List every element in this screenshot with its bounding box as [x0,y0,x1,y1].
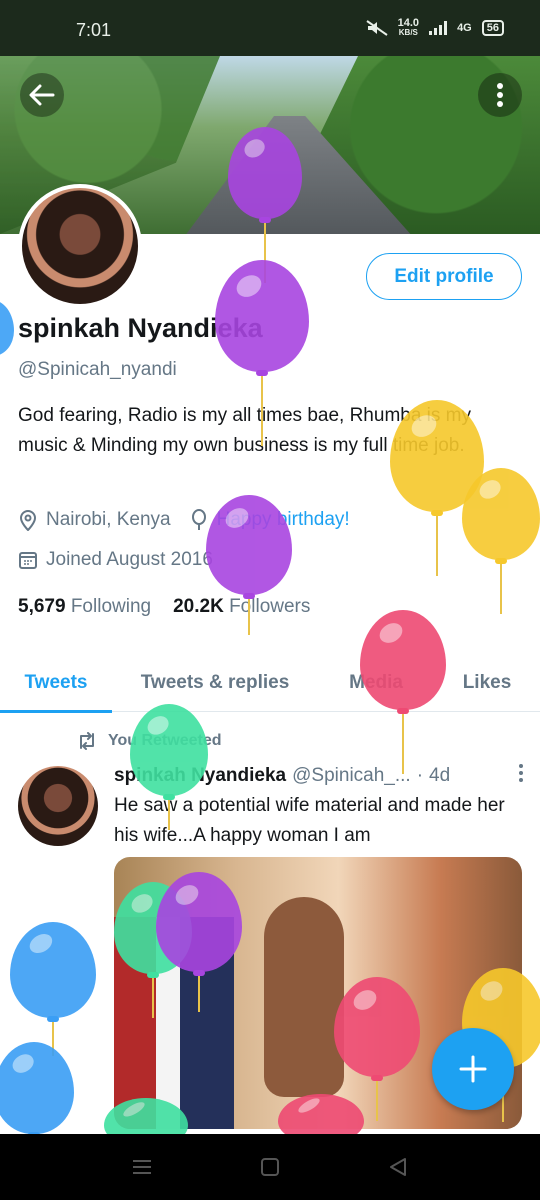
balloon-icon [10,922,96,1058]
profile-tabs: Tweets Tweets & replies Media Likes [0,654,540,713]
retweet-icon [80,732,94,750]
balloon-icon [0,300,14,362]
back-nav-icon[interactable] [387,1156,409,1178]
edit-profile-button[interactable]: Edit profile [366,253,522,300]
media-hand-shape [264,897,344,1097]
status-time: 7:01 [76,20,112,40]
profile-handle: @Spinicah_nyandi [18,359,177,380]
following-label: Following [70,596,152,617]
more-options-button[interactable] [478,73,522,117]
network-type: 4G [457,22,472,34]
profile-location: Nairobi, Kenya [46,509,171,530]
mute-icon [366,20,388,36]
status-bar: 7:01 14.0 KB/S 4G 56 [0,0,540,56]
back-button[interactable] [20,73,64,117]
following-link[interactable]: 5,679 Following [18,596,151,618]
balloon-icon [215,260,309,448]
net-speed: 14.0 KB/S [398,18,419,38]
balloon-icon [156,872,242,1014]
net-speed-value: 14.0 [397,17,420,29]
balloon-icon [360,610,446,776]
more-vertical-icon [497,83,503,107]
battery-icon: 56 [481,20,504,36]
balloon-icon [206,495,292,637]
arrow-left-icon [29,84,55,106]
balloon-icon [0,1042,74,1140]
plus-icon [459,1055,487,1083]
profile-joined: Joined August 2016 [46,549,213,570]
profile-meta-joined-row: Joined August 2016 [18,549,213,571]
more-vertical-icon [519,764,523,782]
following-count: 5,679 [18,596,66,617]
home-nav-icon[interactable] [259,1156,281,1178]
calendar-icon [19,552,37,569]
status-icons: 14.0 KB/S 4G 56 [366,18,504,38]
compose-tweet-button[interactable] [432,1028,514,1110]
profile-avatar[interactable] [18,184,142,308]
profile-meta-location-row: Nairobi, Kenya Happy birthday! [18,509,350,531]
tab-tweets[interactable]: Tweets [0,654,112,713]
menu-nav-icon[interactable] [131,1156,153,1178]
tweet-more-button[interactable] [518,763,524,789]
tweet-author-avatar[interactable] [18,766,98,846]
tab-likes[interactable]: Likes [434,654,540,712]
location-pin-icon [19,510,37,531]
signal-icon [429,21,448,35]
balloon-icon [130,704,208,832]
net-speed-unit: KB/S [398,28,418,37]
system-nav-bar [0,1134,540,1200]
balloon-icon [462,468,540,616]
